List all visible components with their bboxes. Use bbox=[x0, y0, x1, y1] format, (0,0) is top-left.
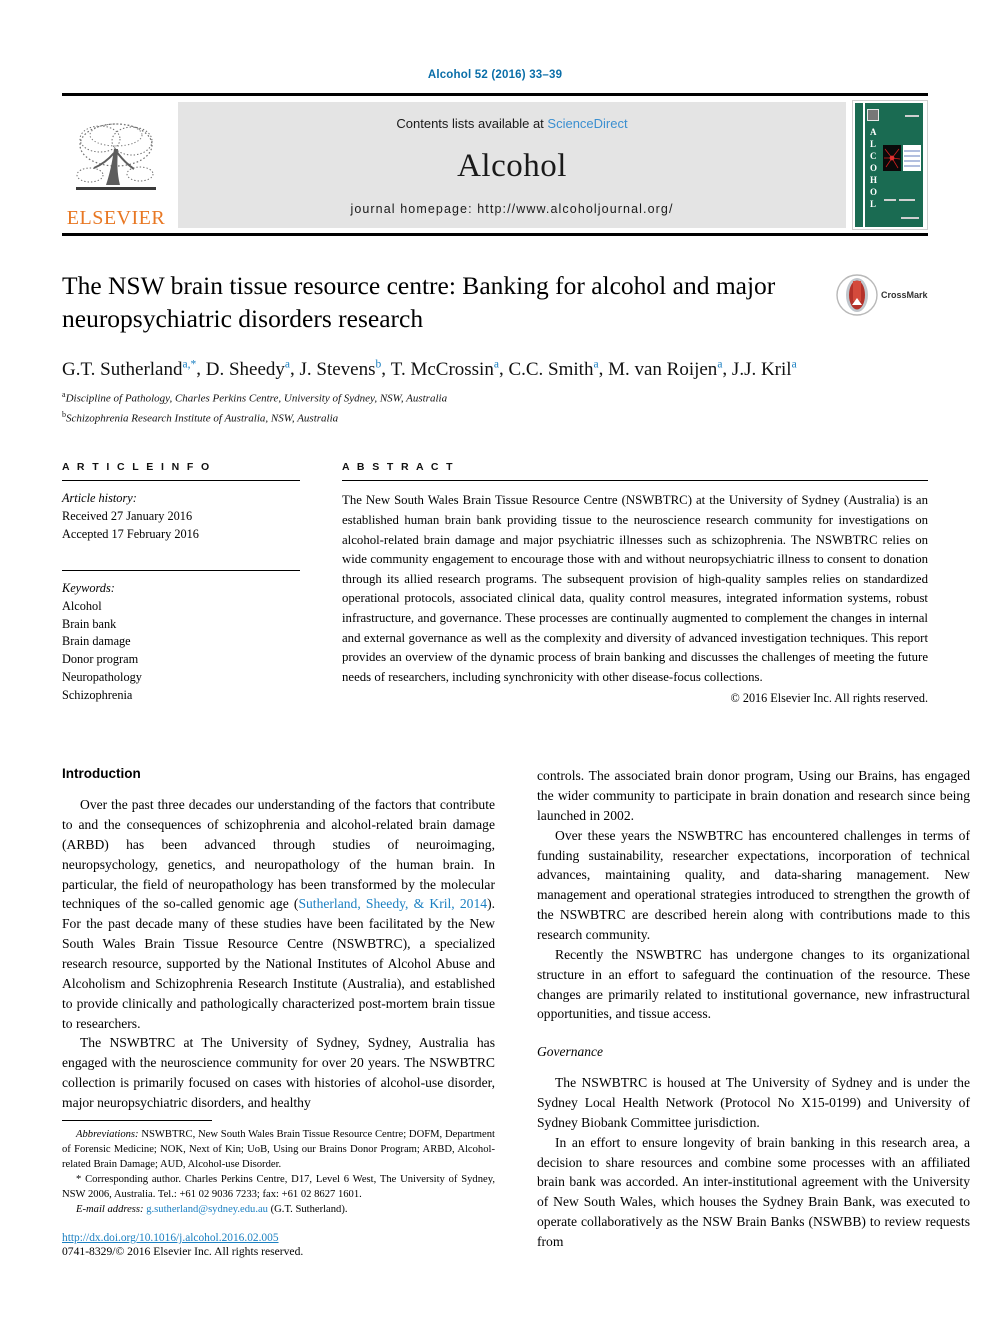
paragraph: Recently the NSWBTRC has undergone chang… bbox=[537, 946, 970, 1022]
keyword-item: Neuropathology bbox=[62, 670, 142, 685]
author-sep: , bbox=[290, 358, 300, 380]
affiliation-text: Discipline of Pathology, Charles Perkins… bbox=[65, 392, 448, 405]
author-item: J.J. Krila bbox=[731, 358, 797, 380]
paragraph: The NSWBTRC at The University of Sydney,… bbox=[62, 1035, 495, 1110]
keywords-block: Keywords: Alcohol Brain bank Brain damag… bbox=[62, 571, 300, 705]
author-sep: , bbox=[381, 358, 391, 380]
footnote-region: Abbreviations: NSWBTRC, New South Wales … bbox=[62, 1119, 495, 1258]
elsevier-tree-icon bbox=[76, 123, 156, 190]
contents-prefix: Contents lists available at bbox=[396, 116, 548, 131]
email-suffix: (G.T. Sutherland). bbox=[267, 1203, 348, 1215]
title-block: The NSW brain tissue resource centre: Ba… bbox=[62, 270, 928, 427]
article-history: Article history: Received 27 January 201… bbox=[62, 481, 300, 543]
section-heading-governance: Governance bbox=[537, 1044, 603, 1060]
abstract-text: The New South Wales Brain Tissue Resourc… bbox=[342, 493, 928, 684]
running-head: Alcohol 52 (2016) 33–39 bbox=[427, 69, 563, 81]
keyword-item: Donor program bbox=[62, 652, 139, 667]
crossmark-badge[interactable]: CrossMark bbox=[836, 272, 928, 318]
citation-link[interactable]: Sutherland, Sheedy, & Kril, 2014 bbox=[298, 896, 487, 911]
page-title: The NSW brain tissue resource centre: Ba… bbox=[62, 271, 776, 333]
affiliation-text: Schizophrenia Research Institute of Aust… bbox=[66, 412, 339, 425]
cover-art: A L C O H O L bbox=[853, 101, 925, 229]
affiliation-b: bSchizophrenia Research Institute of Aus… bbox=[62, 409, 928, 428]
contents-line: Contents lists available at ScienceDirec… bbox=[396, 116, 627, 131]
affiliation-a: aDiscipline of Pathology, Charles Perkin… bbox=[62, 389, 928, 408]
svg-text:H: H bbox=[870, 175, 877, 185]
author-name: G.T. Sutherland bbox=[62, 358, 183, 380]
paragraph: In an effort to ensure longevity of brai… bbox=[537, 1134, 970, 1249]
history-received: Received 27 January 2016 bbox=[62, 509, 193, 524]
paragraph-part-a: Over the past three decades our understa… bbox=[62, 797, 495, 912]
paragraph: The NSWBTRC is housed at The University … bbox=[537, 1075, 970, 1130]
author-item: M. van Roijena bbox=[608, 358, 722, 380]
svg-text:O: O bbox=[870, 163, 877, 173]
author-item: G.T. Sutherlanda,* bbox=[62, 358, 197, 380]
author-list: G.T. Sutherlanda,*, D. Sheedya, J. Steve… bbox=[62, 357, 928, 382]
paragraph: Over these years the NSWBTRC has encount… bbox=[537, 827, 970, 942]
keywords-label: Keywords: bbox=[62, 580, 115, 595]
svg-text:L: L bbox=[870, 139, 876, 149]
author-item: T. McCrossina bbox=[390, 358, 499, 380]
crossmark-icon bbox=[836, 274, 878, 316]
keyword-item: Schizophrenia bbox=[62, 687, 133, 702]
author-name: C.C. Smith bbox=[508, 358, 594, 380]
paragraph-part-b: ). For the past decade many of these stu… bbox=[62, 896, 495, 1031]
paragraph: controls. The associated brain donor pro… bbox=[537, 768, 970, 823]
author-mark: a,* bbox=[182, 358, 197, 371]
journal-homepage[interactable]: journal homepage: http://www.alcoholjour… bbox=[350, 202, 673, 216]
issn-copyright: 0741-8329/© 2016 Elsevier Inc. All right… bbox=[62, 1245, 304, 1258]
journal-band: Contents lists available at ScienceDirec… bbox=[178, 102, 846, 228]
section-heading-introduction: Introduction bbox=[62, 766, 141, 782]
history-accepted: Accepted 17 February 2016 bbox=[62, 527, 199, 542]
sciencedirect-link[interactable]: ScienceDirect bbox=[547, 116, 627, 131]
footnote-corresponding-author: * Corresponding author. Charles Perkins … bbox=[62, 1173, 495, 1200]
author-sep: , bbox=[598, 358, 609, 380]
email-label: E-mail address: bbox=[76, 1203, 144, 1215]
info-abstract-region: A R T I C L E I N F O Article history: R… bbox=[62, 461, 928, 706]
body-column-right: controls. The associated brain donor pro… bbox=[537, 766, 970, 1252]
abstract-column: A B S T R A C T The New South Wales Brai… bbox=[342, 461, 928, 706]
doi-block: http://dx.doi.org/10.1016/j.alcohol.2016… bbox=[62, 1232, 495, 1258]
svg-text:A: A bbox=[870, 127, 877, 137]
email-link[interactable]: g.sutherland@sydney.edu.au bbox=[146, 1204, 268, 1215]
author-item: D. Sheedya bbox=[205, 358, 290, 380]
abstract-copyright: © 2016 Elsevier Inc. All rights reserved… bbox=[730, 691, 928, 706]
footnote-abbreviations: Abbreviations: NSWBTRC, New South Wales … bbox=[62, 1127, 495, 1172]
author-name: D. Sheedy bbox=[205, 358, 285, 380]
author-name: M. van Roijen bbox=[608, 358, 718, 380]
article-page: Alcohol 52 (2016) 33–39 ELSEVIER Content… bbox=[0, 0, 990, 1320]
author-mark: a bbox=[791, 358, 797, 371]
keyword-item: Brain bank bbox=[62, 616, 117, 631]
author-name: J.J. Kril bbox=[731, 358, 792, 380]
journal-cover-thumbnail: A L C O H O L bbox=[852, 100, 928, 230]
author-name: T. McCrossin bbox=[390, 358, 494, 380]
journal-title: Alcohol bbox=[457, 148, 567, 184]
crossmark-label: CrossMark bbox=[881, 289, 928, 300]
journal-masthead: ELSEVIER Contents lists available at Sci… bbox=[62, 93, 928, 236]
article-history-label: Article history: bbox=[62, 491, 137, 506]
author-name: J. Stevens bbox=[299, 358, 376, 380]
author-sep: , bbox=[722, 358, 732, 380]
svg-text:L: L bbox=[870, 199, 876, 209]
author-item: C.C. Smitha bbox=[508, 358, 598, 380]
author-sep: , bbox=[196, 358, 206, 380]
keyword-item: Brain damage bbox=[62, 634, 131, 649]
article-info-column: A R T I C L E I N F O Article history: R… bbox=[62, 461, 300, 706]
author-item: J. Stevensb bbox=[299, 358, 382, 380]
abbrev-label: Abbreviations: bbox=[76, 1128, 139, 1140]
elsevier-logo: ELSEVIER bbox=[62, 100, 170, 230]
elsevier-wordmark: ELSEVIER bbox=[66, 207, 166, 229]
paragraph: Over the past three decades our understa… bbox=[62, 795, 495, 1033]
keyword-item: Alcohol bbox=[62, 598, 102, 613]
footnote-rule bbox=[62, 1119, 212, 1121]
svg-text:O: O bbox=[870, 187, 877, 197]
article-info-heading: A R T I C L E I N F O bbox=[62, 461, 212, 474]
abstract-heading: A B S T R A C T bbox=[342, 461, 455, 474]
svg-text:C: C bbox=[870, 151, 877, 161]
doi-link[interactable]: http://dx.doi.org/10.1016/j.alcohol.2016… bbox=[62, 1232, 495, 1244]
footnote-email: E-mail address: g.sutherland@sydney.edu.… bbox=[62, 1202, 495, 1217]
